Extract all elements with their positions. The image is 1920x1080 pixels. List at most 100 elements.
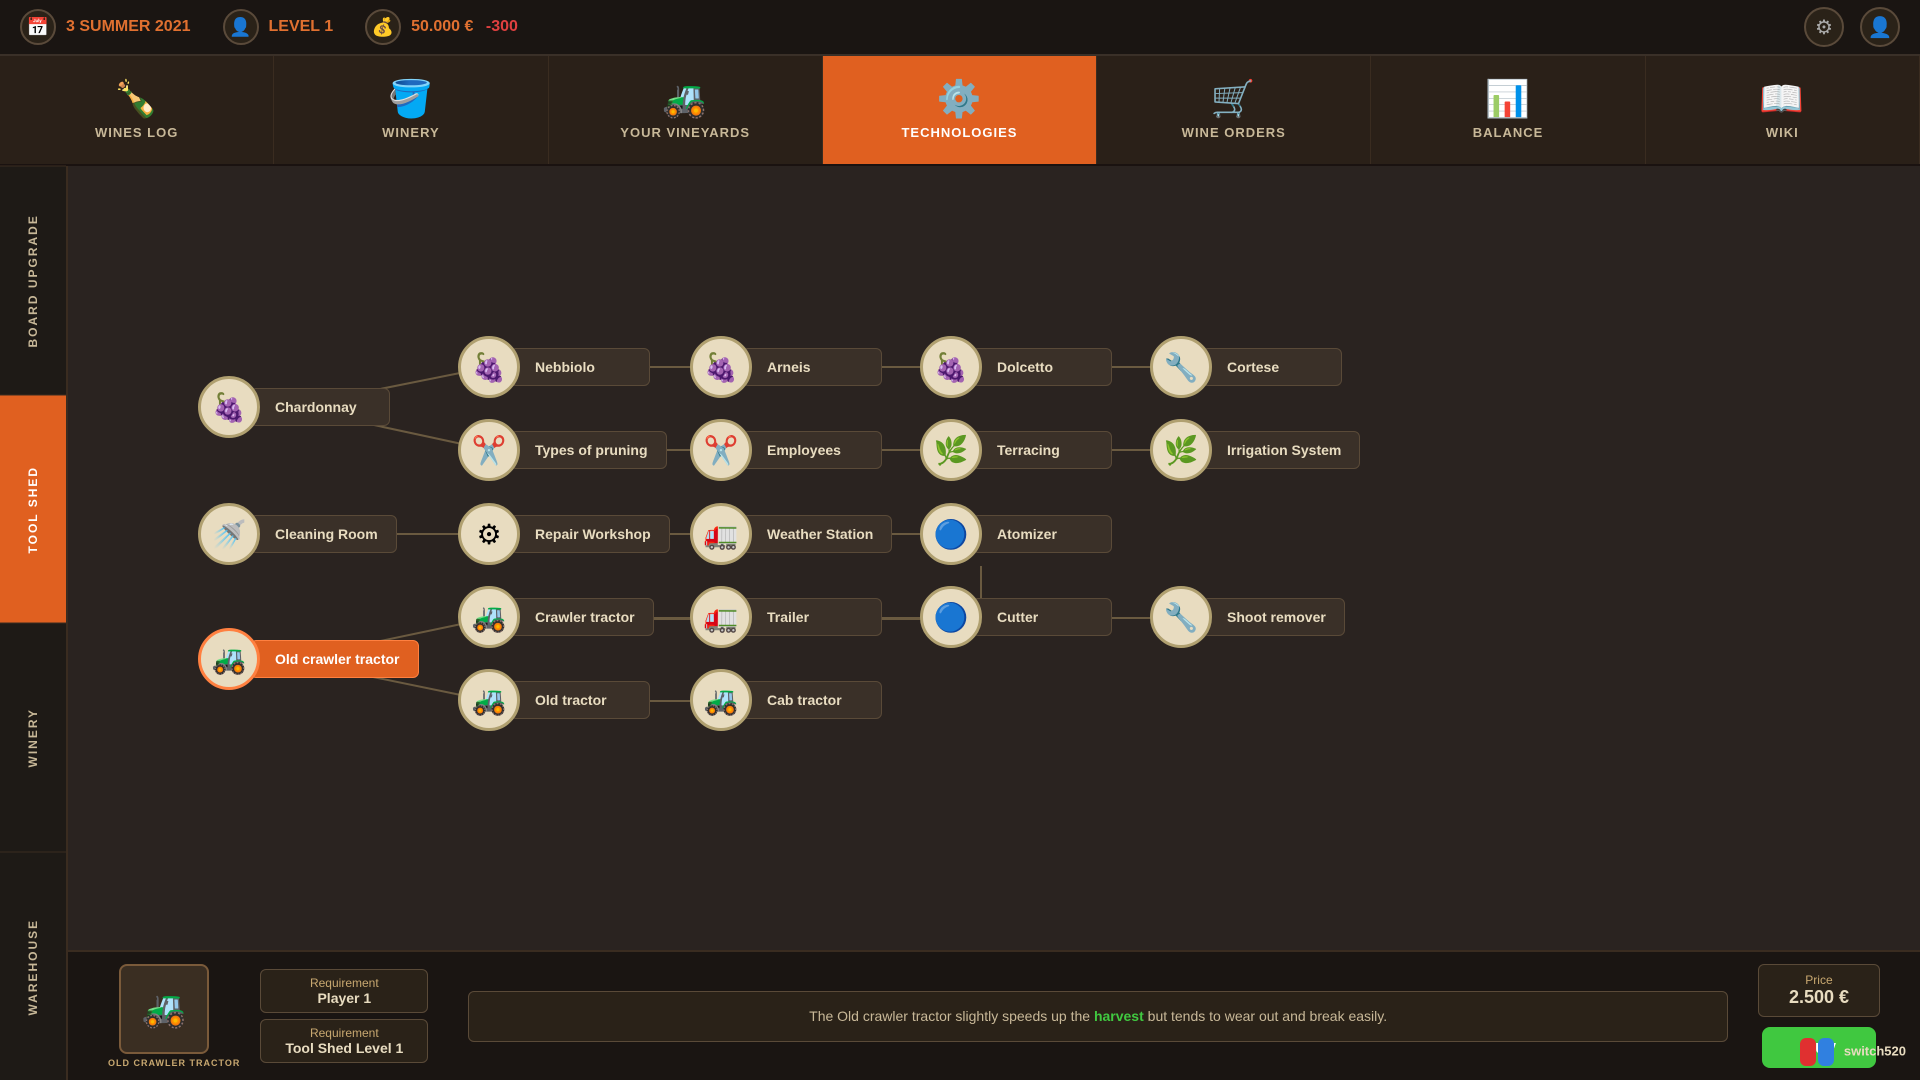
settings-button[interactable]: ⚙ <box>1804 7 1844 47</box>
node-weather-station[interactable]: 🚛 Weather Station <box>690 503 892 565</box>
repair-workshop-label: Repair Workshop <box>510 515 670 553</box>
cab-tractor-icon: 🚜 <box>690 669 752 731</box>
tab-winery[interactable]: 🪣 WINERY <box>274 56 548 164</box>
cortese-label: Cortese <box>1202 348 1342 386</box>
item-preview-icon: 🚜 <box>142 988 187 1030</box>
balance-label: BALANCE <box>1473 125 1544 140</box>
node-employees[interactable]: ✂️ Employees <box>690 419 882 481</box>
tab-your-vineyards[interactable]: 🚜 YOUR VINEYARDS <box>549 56 823 164</box>
tech-tree: 🍇 Chardonnay 🍇 Nebbiolo 🍇 Arneis 🍇 Dolce… <box>68 166 1920 1080</box>
types-pruning-icon: ✂️ <box>458 419 520 481</box>
wine-orders-icon: 🛒 <box>1211 81 1257 117</box>
shoot-remover-icon: 🔧 <box>1150 586 1212 648</box>
node-types-pruning[interactable]: ✂️ Types of pruning <box>458 419 667 481</box>
wine-orders-label: WINE ORDERS <box>1182 125 1286 140</box>
old-crawler-label: Old crawler tractor <box>250 640 419 678</box>
vineyards-icon: 🚜 <box>662 81 708 117</box>
price-value: 2.500 € <box>1789 987 1849 1008</box>
node-cortese[interactable]: 🔧 Cortese <box>1150 336 1342 398</box>
technologies-icon: ⚙️ <box>937 81 983 117</box>
dolcetto-icon: 🍇 <box>920 336 982 398</box>
node-dolcetto[interactable]: 🍇 Dolcetto <box>920 336 1112 398</box>
node-shoot-remover[interactable]: 🔧 Shoot remover <box>1150 586 1345 648</box>
balance-label: 50.000 € -300 <box>411 18 518 36</box>
nav-tabs: 🍾 WINES LOG 🪣 WINERY 🚜 YOUR VINEYARDS ⚙️… <box>0 56 1920 166</box>
old-crawler-icon: 🚜 <box>198 628 260 690</box>
repair-workshop-icon: ⚙ <box>458 503 520 565</box>
side-tab-warehouse[interactable]: WAREHOUSE <box>0 852 66 1080</box>
wines-log-icon: 🍾 <box>114 81 160 117</box>
cab-tractor-label: Cab tractor <box>742 681 882 719</box>
node-chardonnay[interactable]: 🍇 Chardonnay <box>198 376 390 438</box>
tab-wine-orders[interactable]: 🛒 WINE ORDERS <box>1097 56 1371 164</box>
side-tabs: BOARD UPGRADE TOOL SHED WINERY WAREHOUSE <box>0 166 68 1080</box>
node-nebbiolo[interactable]: 🍇 Nebbiolo <box>458 336 650 398</box>
wiki-label: WIKI <box>1766 125 1799 140</box>
tab-balance[interactable]: 📊 BALANCE <box>1371 56 1645 164</box>
types-pruning-label: Types of pruning <box>510 431 667 469</box>
main-content: BOARD UPGRADE TOOL SHED WINERY WAREHOUSE <box>0 166 1920 1080</box>
old-tractor-icon: 🚜 <box>458 669 520 731</box>
employees-icon: ✂️ <box>690 419 752 481</box>
side-tab-winery[interactable]: WINERY <box>0 623 66 852</box>
season-label: 3 SUMMER 2021 <box>66 18 191 36</box>
chardonnay-icon: 🍇 <box>198 376 260 438</box>
coin-icon: 💰 <box>365 9 401 45</box>
side-tab-board-upgrade[interactable]: BOARD UPGRADE <box>0 166 66 395</box>
vineyards-label: YOUR VINEYARDS <box>620 125 750 140</box>
node-cleaning-room[interactable]: 🚿 Cleaning Room <box>198 503 397 565</box>
switch-logo: switch520 <box>1800 1038 1906 1066</box>
req1-title: Requirement <box>285 976 403 990</box>
description-box: The Old crawler tractor slightly speeds … <box>468 991 1728 1042</box>
nebbiolo-icon: 🍇 <box>458 336 520 398</box>
cortese-icon: 🔧 <box>1150 336 1212 398</box>
top-bar: 📅 3 SUMMER 2021 👤 LEVEL 1 💰 50.000 € -30… <box>0 0 1920 56</box>
atomizer-label: Atomizer <box>972 515 1112 553</box>
node-repair-workshop[interactable]: ⚙ Repair Workshop <box>458 503 670 565</box>
chardonnay-label: Chardonnay <box>250 388 390 426</box>
node-crawler-tractor[interactable]: 🚜 Crawler tractor <box>458 586 654 648</box>
price-box: Price 2.500 € <box>1758 964 1880 1017</box>
crawler-tractor-label: Crawler tractor <box>510 598 654 636</box>
node-atomizer[interactable]: 🔵 Atomizer <box>920 503 1112 565</box>
season-indicator: 📅 3 SUMMER 2021 <box>20 9 191 45</box>
irrigation-label: Irrigation System <box>1202 431 1360 469</box>
tab-technologies[interactable]: ⚙️ TECHNOLOGIES <box>823 56 1097 164</box>
shoot-remover-label: Shoot remover <box>1202 598 1345 636</box>
req1-value: Player 1 <box>285 990 403 1006</box>
tab-wines-log[interactable]: 🍾 WINES LOG <box>0 56 274 164</box>
node-irrigation[interactable]: 🌿 Irrigation System <box>1150 419 1360 481</box>
weather-station-icon: 🚛 <box>690 503 752 565</box>
balance-indicator: 💰 50.000 € -300 <box>365 9 518 45</box>
item-preview: 🚜 <box>119 964 209 1054</box>
node-old-tractor[interactable]: 🚜 Old tractor <box>458 669 650 731</box>
trailer-icon: 🚛 <box>690 586 752 648</box>
harvest-highlight: harvest <box>1094 1008 1144 1024</box>
tab-wiki[interactable]: 📖 WIKI <box>1646 56 1920 164</box>
weather-station-label: Weather Station <box>742 515 892 553</box>
node-cab-tractor[interactable]: 🚜 Cab tractor <box>690 669 882 731</box>
dolcetto-label: Dolcetto <box>972 348 1112 386</box>
top-bar-right: ⚙ 👤 <box>1804 7 1900 47</box>
level-indicator: 👤 LEVEL 1 <box>223 9 334 45</box>
node-old-crawler[interactable]: 🚜 Old crawler tractor <box>198 628 419 690</box>
profile-button[interactable]: 👤 <box>1860 7 1900 47</box>
winery-icon: 🪣 <box>388 81 434 117</box>
atomizer-icon: 🔵 <box>920 503 982 565</box>
req1-box: Requirement Player 1 <box>260 969 428 1013</box>
req2-title: Requirement <box>285 1026 403 1040</box>
top-bar-left: 📅 3 SUMMER 2021 👤 LEVEL 1 💰 50.000 € -30… <box>20 9 518 45</box>
node-trailer[interactable]: 🚛 Trailer <box>690 586 882 648</box>
wines-log-label: WINES LOG <box>95 125 178 140</box>
terracing-label: Terracing <box>972 431 1112 469</box>
cutter-icon: 🔵 <box>920 586 982 648</box>
bottom-panel: 🚜 OLD CRAWLER TRACTOR Requirement Player… <box>68 950 1920 1080</box>
switch-icon <box>1800 1038 1834 1066</box>
trailer-label: Trailer <box>742 598 882 636</box>
node-cutter[interactable]: 🔵 Cutter <box>920 586 1112 648</box>
node-arneis[interactable]: 🍇 Arneis <box>690 336 882 398</box>
side-tab-tool-shed[interactable]: TOOL SHED <box>0 395 66 624</box>
avatar-icon: 👤 <box>223 9 259 45</box>
node-terracing[interactable]: 🌿 Terracing <box>920 419 1112 481</box>
cleaning-room-icon: 🚿 <box>198 503 260 565</box>
